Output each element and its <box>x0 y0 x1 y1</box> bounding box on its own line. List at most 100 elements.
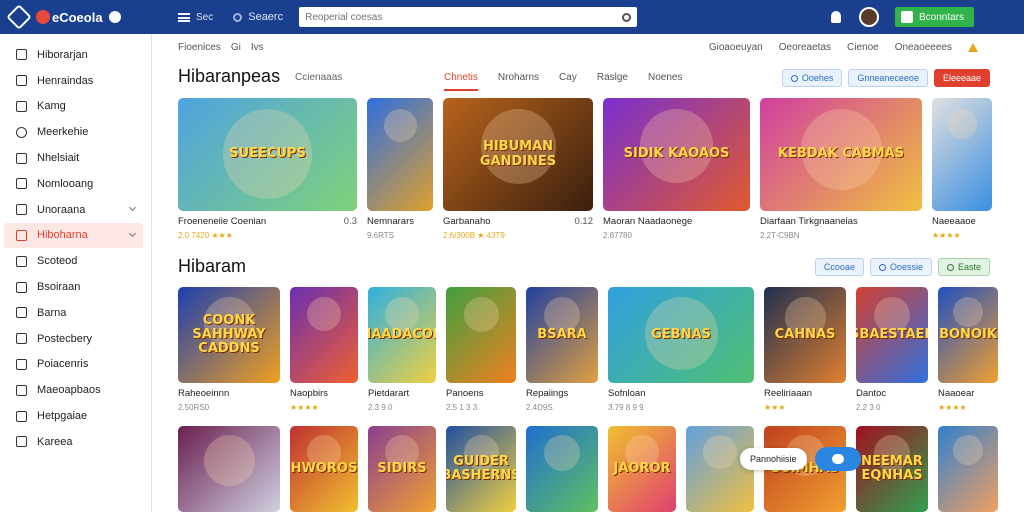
game-thumbnail[interactable]: HIBUMAN GANDINES <box>443 98 593 211</box>
game-thumbnail[interactable]: KEBDAK CABMAS <box>760 98 922 211</box>
search-input[interactable] <box>305 11 623 23</box>
notification-icon[interactable] <box>830 11 841 23</box>
game-title[interactable]: Froeneneiie Coenian <box>178 216 266 227</box>
header-link[interactable]: Cienoe <box>847 42 879 53</box>
game-title[interactable]: Panoens <box>446 388 484 399</box>
game-title[interactable]: Raheoeinnn <box>178 388 229 399</box>
game-thumbnail[interactable] <box>178 426 280 512</box>
sidebar-item[interactable]: Meerkehie <box>4 119 143 145</box>
sidebar-item[interactable]: Poiacenris <box>4 352 143 378</box>
tab-item[interactable]: Noenes <box>648 72 682 91</box>
game-thumbnail[interactable] <box>290 287 358 383</box>
breadcrumb-item[interactable]: Gi <box>231 42 241 53</box>
filter-pill[interactable]: Easte <box>937 258 990 276</box>
filter-pill[interactable]: Ooessie <box>869 258 932 276</box>
game-thumbnail[interactable] <box>367 98 433 211</box>
game-thumbnail[interactable]: SIDIRS <box>368 426 436 512</box>
tab-item[interactable]: Cay <box>559 72 577 91</box>
breadcrumb-item[interactable]: Ivs <box>251 42 264 53</box>
game-card[interactable]: HWOROS <box>290 426 358 512</box>
game-card[interactable] <box>526 426 598 512</box>
sidebar-item[interactable]: Kareea <box>4 429 143 455</box>
game-card[interactable]: SUEECUPS Froeneneiie Coenian 0.3 2.0 7420 ★… <box>178 98 357 240</box>
game-thumbnail[interactable]: HWOROS <box>290 426 358 512</box>
sidebar-item[interactable]: Hiboharna <box>4 222 143 249</box>
chat-label[interactable]: Pannohiisie <box>740 448 807 470</box>
game-card[interactable]: HIBUMAN GANDINES Garbanaho 0.12 2.6/300B ★ … <box>443 98 593 240</box>
game-card[interactable]: SIDIK KAOAOS Maoran Naadaonege 2.87780 <box>603 98 750 240</box>
avatar[interactable] <box>858 7 879 27</box>
chat-button[interactable] <box>814 447 861 471</box>
sidebar-item[interactable]: Nomlooang <box>4 171 143 197</box>
sidebar-item[interactable]: Bsoiraan <box>4 274 143 300</box>
theme-toggle-icon[interactable] <box>108 11 121 23</box>
game-thumbnail[interactable] <box>526 426 598 512</box>
chevron-down-icon[interactable] <box>128 203 137 211</box>
game-card[interactable]: BSARA Repaiings 2.4D9S <box>526 287 598 412</box>
game-card[interactable]: CAHNAS Reeliriaaan ★★★ <box>764 287 846 412</box>
cta-button[interactable]: Bconntars <box>894 7 974 27</box>
game-card[interactable]: Naopbirs ★★★★ <box>290 287 358 412</box>
sidebar-item[interactable]: Maeoapbaos <box>4 377 143 403</box>
game-card[interactable]: KEBDAK CABMAS Diarfaan Tirkgnaaneias 2.2T-… <box>760 98 922 240</box>
sidebar-item[interactable]: Nhelsiait <box>4 145 143 171</box>
game-title[interactable]: Maoran Naadaonege <box>603 216 692 227</box>
sidebar-item[interactable]: Barna <box>4 300 143 326</box>
game-thumbnail[interactable]: SBAESTAEP <box>856 287 928 383</box>
warning-icon[interactable] <box>968 43 978 52</box>
game-card[interactable]: NEEMAR EQNHAS <box>856 426 928 512</box>
game-card[interactable]: COONK SAHHWAY CADDNS Raheoeinnn 2.50RS0 <box>178 287 280 412</box>
game-thumbnail[interactable] <box>938 426 998 512</box>
game-thumbnail[interactable]: CAHNAS <box>764 287 846 383</box>
game-card[interactable]: Panoens 2.5 1 3 3 <box>446 287 516 412</box>
game-title[interactable]: Reeliriaaan <box>764 388 812 399</box>
sidebar-item[interactable]: Postecbery <box>4 326 143 352</box>
game-thumbnail[interactable] <box>446 287 516 383</box>
game-title[interactable]: Diarfaan Tirkgnaaneias <box>760 216 858 227</box>
sidebar-item[interactable]: Hetpgaiae <box>4 403 143 429</box>
sidebar-item[interactable]: Hiborarjan <box>4 42 143 68</box>
game-card[interactable]: SIDIRS <box>368 426 436 512</box>
game-card[interactable]: Nemnarars 9.6RTS <box>367 98 433 240</box>
tab-item[interactable]: Nroharns <box>498 72 539 91</box>
section-sublabel[interactable]: Ccienaaas <box>295 72 342 83</box>
game-title[interactable]: Garbanaho <box>443 216 491 227</box>
game-thumbnail[interactable]: COONK SAHHWAY CADDNS <box>178 287 280 383</box>
game-card[interactable]: GEBNAS Sofnloan 3.79 8 9 9 <box>608 287 754 412</box>
game-title[interactable]: Repaiings <box>526 388 568 399</box>
logo[interactable]: eCoeola <box>6 4 140 30</box>
game-title[interactable]: Naeeaaoe <box>932 216 976 227</box>
game-title[interactable]: Sofnloan <box>608 388 646 399</box>
header-link[interactable]: Oneaoeeees <box>895 42 952 53</box>
search-submit-icon[interactable] <box>622 12 632 22</box>
sidebar-item[interactable]: Kamg <box>4 94 143 120</box>
game-thumbnail[interactable]: JAOROR <box>608 426 676 512</box>
tab-item[interactable]: Raslge <box>597 72 628 91</box>
game-thumbnail[interactable]: BONOIK <box>938 287 998 383</box>
game-card[interactable]: BONOIK Naaoear ★★★★ <box>938 287 998 412</box>
search-scope[interactable]: Seaerc <box>233 11 283 23</box>
game-thumbnail[interactable]: NAADACON <box>368 287 436 383</box>
game-title[interactable]: Pietdarart <box>368 388 409 399</box>
menu-button[interactable]: Sec <box>178 12 213 23</box>
game-title[interactable]: Naaoear <box>938 388 974 399</box>
game-card[interactable] <box>938 426 998 512</box>
filter-pill[interactable]: Gnneaneceeoe <box>848 69 928 87</box>
tab-item[interactable]: Chnetis <box>444 72 478 91</box>
sidebar-item[interactable]: Henraindas <box>4 68 143 94</box>
chevron-down-icon[interactable] <box>128 229 137 237</box>
game-thumbnail[interactable] <box>932 98 992 211</box>
game-title[interactable]: Dantoc <box>856 388 886 399</box>
game-thumbnail[interactable]: GUIDER BASHERNS <box>446 426 516 512</box>
game-thumbnail[interactable]: NEEMAR EQNHAS <box>856 426 928 512</box>
breadcrumb-item[interactable]: Fioenices <box>178 42 221 53</box>
game-card[interactable]: GUIDER BASHERNS <box>446 426 516 512</box>
filter-pill[interactable]: Ooehes <box>781 69 843 87</box>
primary-pill[interactable]: Eleeeaae <box>933 69 990 87</box>
game-title[interactable]: Naopbirs <box>290 388 328 399</box>
game-card[interactable]: SBAESTAEP Dantoc 2.2 3 0 <box>856 287 928 412</box>
game-card[interactable]: JAOROR <box>608 426 676 512</box>
game-card[interactable]: Naeeaaoe ★★★★ <box>932 98 992 240</box>
game-title[interactable]: Nemnarars <box>367 216 414 227</box>
search-bar[interactable] <box>299 7 638 27</box>
